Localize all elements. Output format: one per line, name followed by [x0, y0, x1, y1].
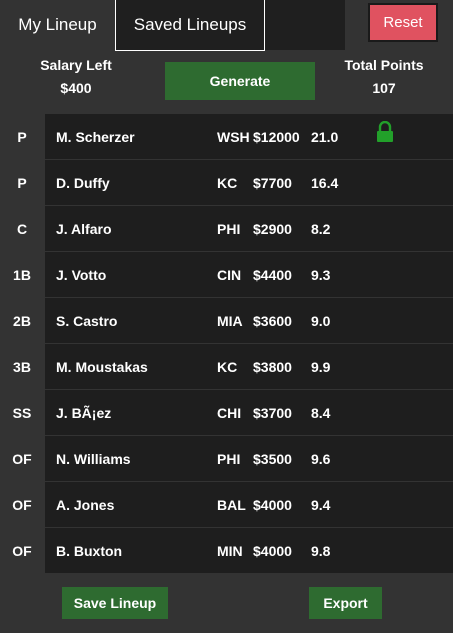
player-points: 9.3: [311, 266, 331, 283]
player-team: WSH: [217, 128, 250, 145]
roster-position: OF: [12, 497, 32, 513]
player-team: MIA: [217, 312, 243, 329]
tab-bar: My Lineup Saved Lineups Reset: [0, 0, 453, 51]
player-salary: $4000: [253, 542, 292, 559]
player-name: N. Williams: [56, 450, 131, 467]
roster-row[interactable]: OF B. Buxton MIN $4000 9.8: [0, 528, 453, 574]
tab-saved-lineups[interactable]: Saved Lineups: [115, 0, 265, 51]
roster-position: 2B: [13, 313, 31, 329]
player-name: M. Moustakas: [56, 358, 148, 375]
roster-row[interactable]: OF N. Williams PHI $3500 9.6: [0, 436, 453, 482]
roster-row[interactable]: 2B S. Castro MIA $3600 9.0: [0, 298, 453, 344]
save-lineup-button[interactable]: Save Lineup: [62, 587, 168, 619]
player-points: 9.0: [311, 312, 331, 329]
player-team: PHI: [217, 450, 241, 467]
player-team: KC: [217, 358, 238, 375]
player-salary: $4400: [253, 266, 292, 283]
player-points: 9.9: [311, 358, 331, 375]
player-name: M. Scherzer: [56, 128, 135, 145]
player-team: PHI: [217, 220, 241, 237]
player-points: 9.4: [311, 496, 331, 513]
player-points: 8.4: [311, 404, 331, 421]
salary-left-value: $400: [60, 80, 92, 96]
player-salary: $4000: [253, 496, 292, 513]
generate-button[interactable]: Generate: [165, 62, 315, 100]
roster-row[interactable]: P D. Duffy KC $7700 16.4: [0, 160, 453, 206]
export-button[interactable]: Export: [309, 587, 382, 619]
tab-bar-spacer: [265, 0, 345, 50]
roster-position: SS: [12, 405, 32, 421]
reset-button[interactable]: Reset: [368, 3, 438, 42]
player-name: B. Buxton: [56, 542, 123, 559]
player-salary: $3500: [253, 450, 292, 467]
roster-position: C: [16, 221, 28, 237]
lock-icon[interactable]: [376, 121, 394, 143]
player-team: BAL: [217, 496, 246, 513]
roster-row[interactable]: OF A. Jones BAL $4000 9.4: [0, 482, 453, 528]
player-name: J. BÃ¡ez: [56, 404, 112, 421]
player-name: J. Alfaro: [56, 220, 112, 237]
total-points-value: 107: [372, 80, 396, 96]
roster-row[interactable]: 1B J. Votto CIN $4400 9.3: [0, 252, 453, 298]
player-points: 21.0: [311, 128, 339, 145]
roster-position: P: [17, 129, 27, 145]
player-salary: $7700: [253, 174, 292, 191]
roster-row[interactable]: C J. Alfaro PHI $2900 8.2: [0, 206, 453, 252]
roster-row[interactable]: SS J. BÃ¡ez CHI $3700 8.4: [0, 390, 453, 436]
player-salary: $3800: [253, 358, 292, 375]
player-team: KC: [217, 174, 238, 191]
player-points: 16.4: [311, 174, 339, 191]
roster-row[interactable]: 3B M. Moustakas KC $3800 9.9: [0, 344, 453, 390]
total-points-label: Total Points: [344, 57, 424, 73]
salary-left: Salary Left $400: [30, 54, 122, 100]
roster-position: P: [17, 175, 27, 191]
player-team: CIN: [217, 266, 242, 283]
player-salary: $12000: [253, 128, 300, 145]
player-points: 8.2: [311, 220, 331, 237]
player-salary: $3600: [253, 312, 292, 329]
player-team: CHI: [217, 404, 242, 421]
player-team: MIN: [217, 542, 243, 559]
player-name: J. Votto: [56, 266, 107, 283]
total-points: Total Points 107: [338, 54, 430, 100]
player-name: D. Duffy: [56, 174, 110, 191]
roster-row[interactable]: P M. Scherzer WSH $12000 21.0: [0, 114, 453, 160]
player-salary: $2900: [253, 220, 292, 237]
roster-position: OF: [12, 543, 32, 559]
roster-position: OF: [12, 451, 32, 467]
player-salary: $3700: [253, 404, 292, 421]
roster-list: P M. Scherzer WSH $12000 21.0 P D. Duffy KC $770…: [0, 114, 453, 574]
salary-left-label: Salary Left: [40, 57, 112, 73]
tab-my-lineup[interactable]: My Lineup: [0, 0, 115, 50]
player-name: A. Jones: [56, 496, 115, 513]
player-name: S. Castro: [56, 312, 118, 329]
roster-position: 3B: [13, 359, 31, 375]
roster-position: 1B: [13, 267, 31, 283]
player-points: 9.8: [311, 542, 331, 559]
player-points: 9.6: [311, 450, 331, 467]
